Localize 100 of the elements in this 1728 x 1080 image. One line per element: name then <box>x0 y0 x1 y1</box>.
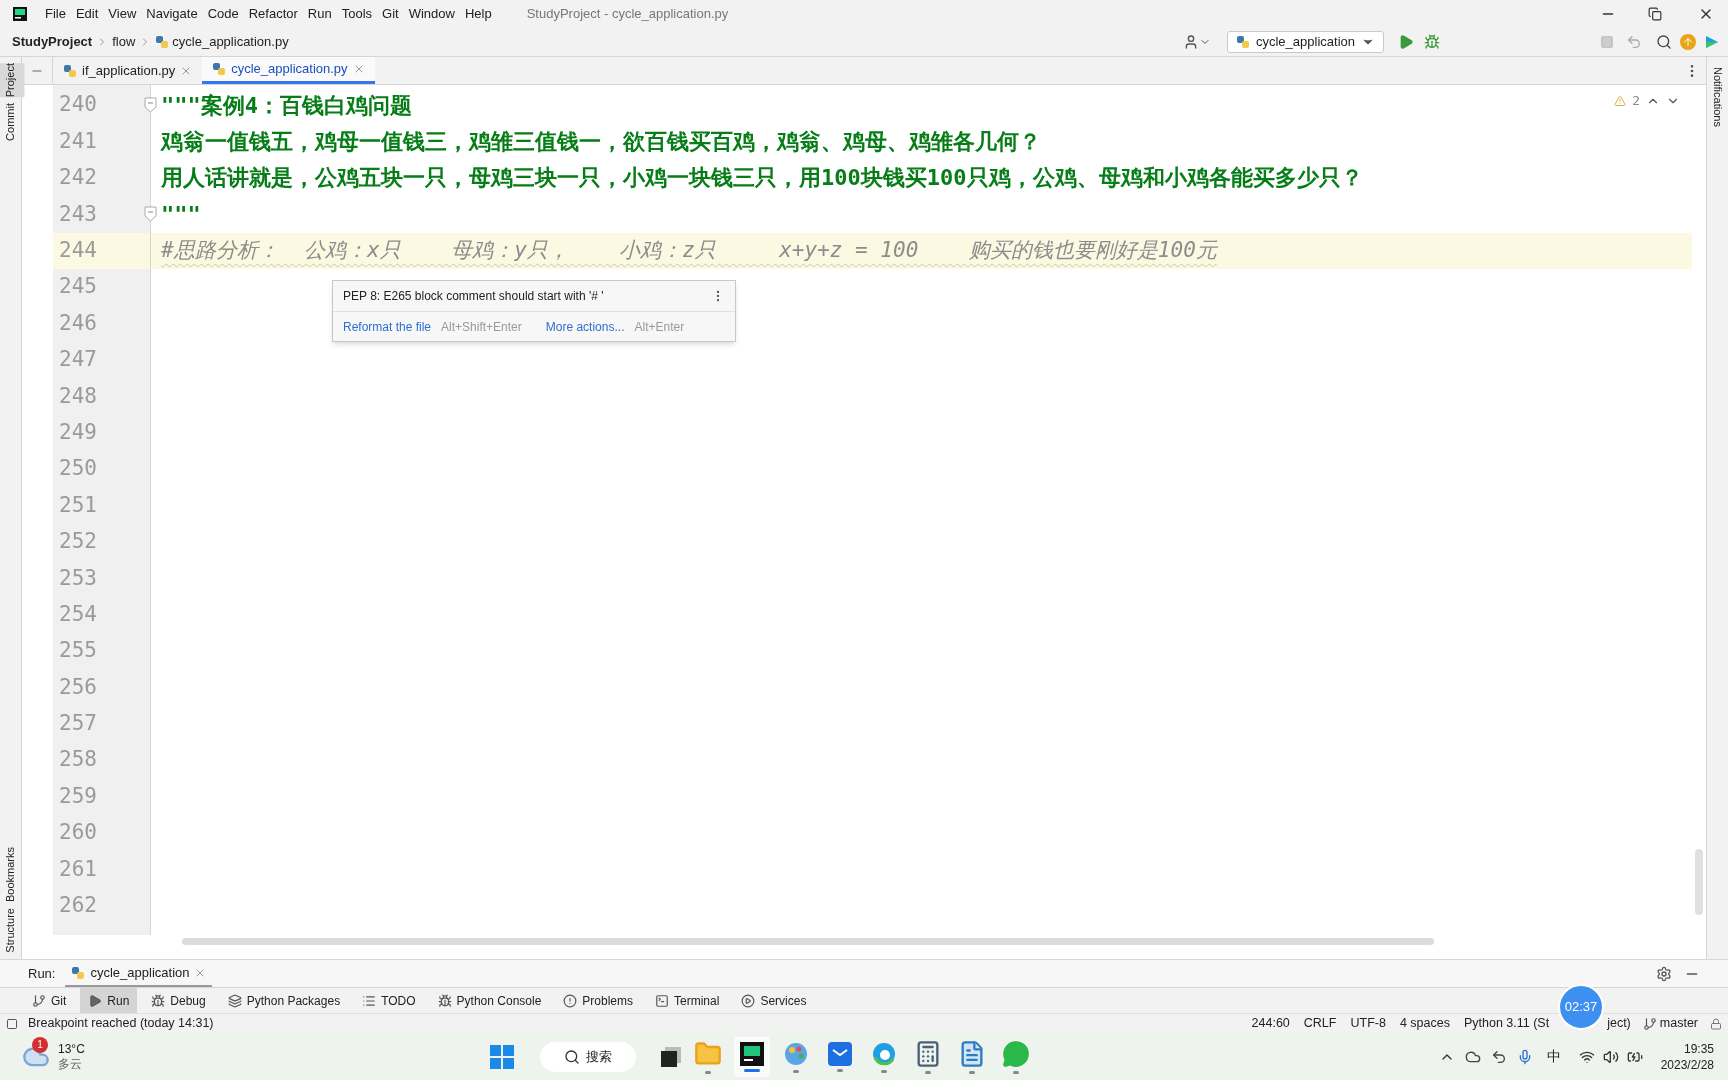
search-icon[interactable] <box>1656 34 1672 50</box>
menu-item[interactable]: View <box>103 4 142 24</box>
menu-item[interactable]: Edit <box>70 4 104 24</box>
run-icon[interactable] <box>1398 34 1414 50</box>
list-icon <box>362 993 377 1008</box>
user-icon[interactable] <box>1183 34 1199 50</box>
services-icon <box>741 993 756 1008</box>
menu-item[interactable]: Run <box>302 4 337 24</box>
sync-icon[interactable] <box>1490 1048 1507 1065</box>
line-number: 256 <box>58 673 97 701</box>
pycharm-logo-icon <box>13 7 27 21</box>
tool-window-tab[interactable]: Run <box>80 988 138 1013</box>
menu-item[interactable]: Navigate <box>141 4 203 24</box>
lock-icon[interactable] <box>1710 1017 1722 1030</box>
line-number: 246 <box>58 309 97 337</box>
menu-item[interactable]: Git <box>377 4 404 24</box>
volume-icon[interactable] <box>1602 1048 1619 1065</box>
weather-condition: 多云 <box>58 1056 83 1072</box>
restore-icon[interactable] <box>1648 7 1662 21</box>
status-item[interactable]: 4 spaces <box>1399 1014 1450 1033</box>
menu-item[interactable]: Refactor <box>243 4 303 24</box>
python-file-icon <box>1236 35 1250 49</box>
panel-toggle-icon[interactable] <box>6 1017 18 1030</box>
tool-window-tab[interactable]: Structure <box>0 908 25 953</box>
taskbar-app[interactable] <box>733 1036 770 1077</box>
breadcrumb-item[interactable]: StudyProject <box>12 32 93 52</box>
scroll-thumb <box>1695 849 1703 915</box>
menu-item[interactable]: Window <box>403 4 460 24</box>
tool-window-tab[interactable]: Services <box>733 988 815 1013</box>
status-item[interactable]: Python 3.11 (St <box>1463 1014 1550 1033</box>
line-number: 243 <box>58 200 97 228</box>
code-line: """案例4：百钱白鸡问题 <box>161 91 412 120</box>
chat-icon <box>1001 1039 1030 1068</box>
line-number: 262 <box>58 892 97 920</box>
warning-count[interactable]: 2 <box>1632 91 1640 111</box>
settings-icon[interactable] <box>1656 965 1672 982</box>
editor-tab[interactable]: if_application.py <box>53 57 203 84</box>
pycharm-icon <box>739 1041 764 1066</box>
palette-icon <box>782 1040 809 1067</box>
shortcut-hint: Alt+Shift+Enter <box>441 318 522 336</box>
tool-window-tab[interactable]: Commit <box>0 103 25 142</box>
status-item[interactable]: CRLF <box>1303 1014 1337 1033</box>
tool-window-tab[interactable]: Terminal <box>647 988 728 1013</box>
action-link[interactable]: Reformat the file <box>343 317 432 336</box>
line-number: 250 <box>58 455 97 483</box>
taskbar-search[interactable]: 搜索 <box>539 1041 636 1072</box>
line-number: 249 <box>58 418 97 446</box>
tool-window-tab[interactable]: Python Packages <box>219 988 349 1013</box>
play-icon <box>88 993 103 1008</box>
line-number: 240 <box>58 91 97 119</box>
search-icon <box>563 1048 580 1065</box>
terminal-icon <box>655 993 669 1008</box>
toolbox-icon[interactable] <box>1704 34 1720 50</box>
status-item[interactable]: UTF-8 <box>1350 1014 1386 1033</box>
temperature: 13°C <box>58 1041 85 1057</box>
line-number: 247 <box>58 346 97 374</box>
status-item[interactable]: master <box>1659 1014 1698 1033</box>
line-number: 251 <box>58 491 97 519</box>
status-item[interactable]: ject) <box>1607 1014 1631 1033</box>
tool-window-tab[interactable]: Notifications <box>1705 67 1728 127</box>
console-icon <box>437 993 452 1008</box>
code-comment: #思路分析： 公鸡：x只 母鸡：y只， 小鸡：z只 x+y+z = 100 购买的钱也要刚好是100元 <box>161 237 1217 264</box>
alert-icon <box>563 993 578 1008</box>
browser-icon <box>870 1040 897 1067</box>
run-config-dropdown[interactable]: cycle_application <box>1227 31 1384 53</box>
line-number: 248 <box>58 382 97 410</box>
action-link[interactable]: More actions... <box>545 317 625 336</box>
line-number: 257 <box>58 710 97 738</box>
task-view-icon[interactable] <box>659 1045 682 1068</box>
breadcrumb-item[interactable]: cycle_application.py <box>172 32 289 52</box>
tool-window-tab[interactable]: Bookmarks <box>0 847 25 903</box>
menu-item[interactable]: File <box>40 4 71 24</box>
notification-badge: 1 <box>32 1036 48 1053</box>
python-file-icon <box>63 63 77 78</box>
line-number: 259 <box>58 782 97 810</box>
menu-item[interactable]: Help <box>459 4 497 24</box>
tooltip-message: PEP 8: E265 block comment should start with '# ' <box>343 288 605 305</box>
debug-icon[interactable] <box>1424 34 1440 50</box>
clock[interactable]: 19:35 2023/2/28 <box>1660 1040 1714 1073</box>
tool-window-tab[interactable]: Debug <box>143 988 214 1013</box>
shortcut-hint: Alt+Enter <box>634 318 685 336</box>
code-line: 用人话讲就是，公鸡五块一只，母鸡三块一只，小鸡一块钱三只，用100块钱买100只鸡，公鸡、母鸡和小鸡各能买多少只？ <box>161 164 1363 193</box>
menu-item[interactable]: Tools <box>336 4 378 24</box>
tool-window-tab[interactable]: Problems <box>555 988 641 1013</box>
input-method-indicator[interactable]: 中 <box>1546 1046 1561 1067</box>
line-number: 242 <box>58 164 97 192</box>
breadcrumb-item[interactable]: flow <box>112 32 136 52</box>
tool-window-tab[interactable]: TODO <box>354 988 424 1013</box>
menu-item[interactable]: Code <box>202 4 244 24</box>
tool-window-tab[interactable]: Git <box>24 988 75 1013</box>
folder-icon <box>693 1039 722 1068</box>
python-file-icon <box>212 62 227 76</box>
status-message: Breakpoint reached (today 14:31) <box>28 1015 214 1033</box>
tool-window-tab[interactable]: Python Console <box>429 988 550 1013</box>
windows-start-icon[interactable] <box>489 1044 514 1069</box>
envelope-icon <box>827 1041 852 1066</box>
status-item[interactable]: 244:60 <box>1251 1014 1290 1033</box>
editor-tab[interactable]: cycle_application.py <box>202 57 375 84</box>
tool-window-tab[interactable]: Project <box>0 63 25 98</box>
line-number: 245 <box>58 273 97 301</box>
